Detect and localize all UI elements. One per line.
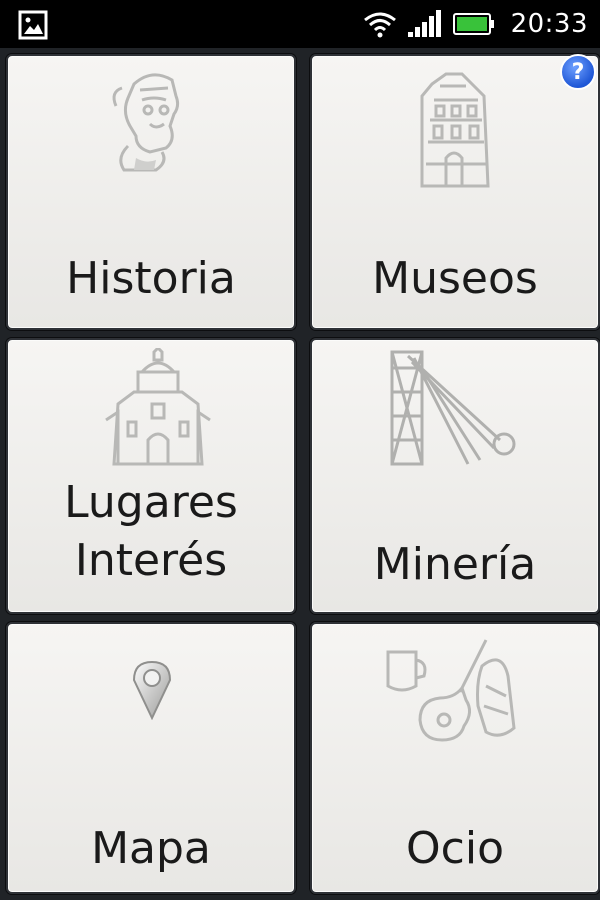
church-icon <box>105 348 211 466</box>
image-notification-icon <box>18 10 48 40</box>
tile-label: Museos <box>372 253 538 304</box>
tile-label: Lugares Interés <box>64 477 238 586</box>
signal-icon <box>407 10 441 37</box>
tile-museos[interactable]: Museos <box>310 54 600 330</box>
wifi-icon <box>363 12 396 38</box>
museum-building-icon <box>420 72 490 188</box>
clock: 20:33 <box>510 9 588 39</box>
tile-label: Historia <box>66 253 236 304</box>
historical-figure-icon <box>112 73 180 172</box>
help-button[interactable]: ? <box>560 54 596 90</box>
tile-mineria[interactable]: Minería <box>310 338 600 614</box>
tile-lugares-interes[interactable]: Lugares Interés <box>6 338 296 614</box>
battery-icon <box>452 13 494 35</box>
tile-ocio[interactable]: Ocio <box>310 622 600 894</box>
map-pin-icon <box>132 660 172 720</box>
tile-mapa[interactable]: Mapa <box>6 622 296 894</box>
leisure-guitar-icon <box>386 639 516 742</box>
tile-label: Mapa <box>91 823 211 874</box>
tile-label: Ocio <box>406 823 504 874</box>
tile-label: Minería <box>373 539 537 590</box>
status-bar: 20:33 <box>0 0 600 48</box>
tile-historia[interactable]: Historia <box>6 54 296 330</box>
mine-headframe-icon <box>390 350 516 466</box>
